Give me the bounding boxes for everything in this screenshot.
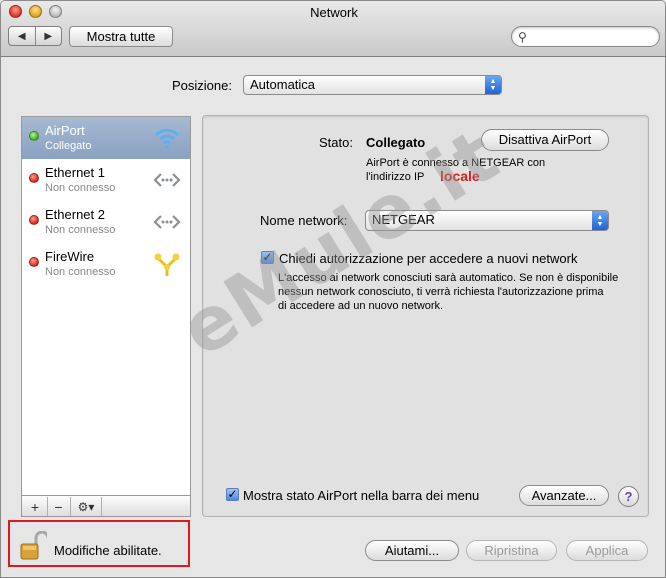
search-field[interactable]: ⚲ bbox=[511, 26, 660, 47]
service-item-ethernet-1[interactable]: Ethernet 1 Non connesso bbox=[22, 159, 190, 201]
network-preferences-window: Network ◀ ▶ Mostra tutte ⚲ Posizione: Au… bbox=[0, 0, 666, 578]
service-name: Ethernet 2 bbox=[45, 207, 105, 222]
forward-arrow-icon[interactable]: ▶ bbox=[34, 27, 62, 45]
unlocked-padlock-icon[interactable] bbox=[19, 531, 47, 561]
status-dot-icon bbox=[29, 131, 39, 141]
search-icon: ⚲ bbox=[518, 30, 527, 44]
ethernet-icon bbox=[153, 173, 181, 187]
popup-arrows-icon: ▲ ▼ bbox=[485, 76, 501, 94]
apply-button[interactable]: Applica bbox=[566, 540, 648, 561]
back-forward-control: ◀ ▶ bbox=[8, 26, 62, 46]
lock-status-label: Modifiche abilitate. bbox=[54, 543, 162, 558]
status-dot-icon bbox=[29, 257, 39, 267]
service-list: AirPort Collegato Ethernet 1 Non conness… bbox=[21, 116, 191, 517]
service-name: Ethernet 1 bbox=[45, 165, 105, 180]
service-item-airport[interactable]: AirPort Collegato bbox=[22, 117, 190, 159]
status-dot-icon bbox=[29, 215, 39, 225]
status-label: Stato: bbox=[319, 135, 353, 150]
status-dot-icon bbox=[29, 173, 39, 183]
back-arrow-icon[interactable]: ◀ bbox=[9, 27, 35, 45]
firewire-icon bbox=[154, 253, 180, 276]
add-service-button[interactable]: + bbox=[24, 497, 46, 516]
title-bar: Network ◀ ▶ Mostra tutte ⚲ bbox=[1, 1, 665, 57]
location-label: Posizione: bbox=[172, 78, 232, 93]
service-list-toolbar: + − ⚙▾ bbox=[21, 495, 191, 517]
service-status: Non connesso bbox=[45, 182, 116, 194]
location-popup[interactable]: Automatica ▲ ▼ bbox=[243, 75, 502, 95]
revert-button[interactable]: Ripristina bbox=[466, 540, 557, 561]
show-in-menubar-checkbox[interactable]: ✓ bbox=[226, 488, 239, 501]
service-status: Non connesso bbox=[45, 266, 116, 278]
assist-me-button[interactable]: Aiutami... bbox=[365, 540, 459, 561]
service-item-ethernet-2[interactable]: Ethernet 2 Non connesso bbox=[22, 201, 190, 243]
wifi-icon bbox=[154, 128, 180, 150]
show-all-button[interactable]: Mostra tutte bbox=[69, 26, 173, 47]
service-name: AirPort bbox=[45, 123, 85, 138]
advanced-button[interactable]: Avanzate... bbox=[519, 485, 609, 506]
disable-airport-button[interactable]: Disattiva AirPort bbox=[481, 129, 609, 151]
action-gear-button[interactable]: ⚙▾ bbox=[70, 497, 102, 516]
service-status: Non connesso bbox=[45, 224, 116, 236]
ethernet-icon bbox=[153, 215, 181, 229]
show-in-menubar-label: Mostra stato AirPort nella barra dei men… bbox=[243, 488, 480, 503]
service-status: Collegato bbox=[45, 140, 92, 152]
service-item-firewire[interactable]: FireWire Non connesso bbox=[22, 243, 190, 285]
popup-arrows-icon: ▲ ▼ bbox=[592, 211, 608, 230]
help-button[interactable]: ? bbox=[618, 486, 639, 507]
location-value: Automatica bbox=[250, 77, 316, 92]
remove-service-button[interactable]: − bbox=[47, 497, 69, 516]
window-title: Network bbox=[310, 5, 358, 20]
service-name: FireWire bbox=[45, 249, 95, 264]
